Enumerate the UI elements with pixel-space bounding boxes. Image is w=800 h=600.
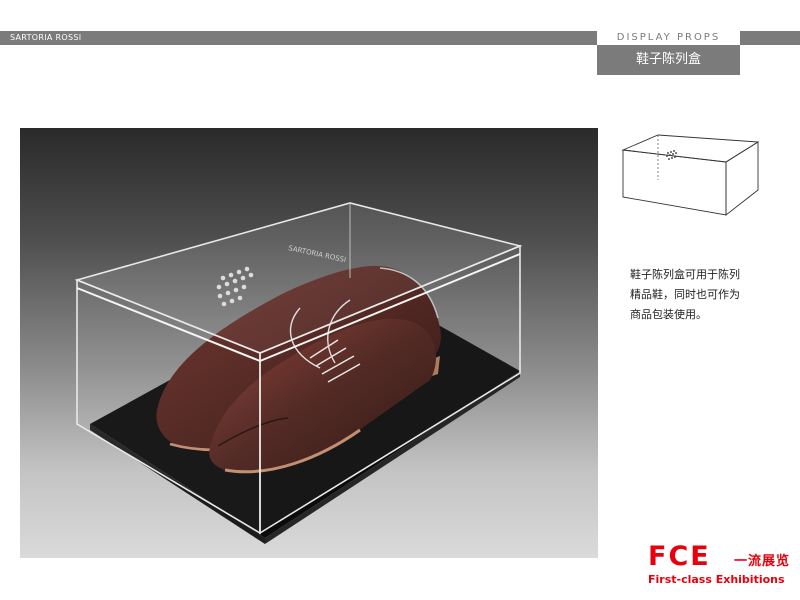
- section-label: DISPLAY PROPS: [616, 32, 721, 43]
- description-line: 鞋子陈列盒可用于陈列: [630, 268, 740, 281]
- brand-name: SARTORIA ROSSI: [10, 33, 82, 42]
- product-title: 鞋子陈列盒: [635, 52, 701, 67]
- product-render: SARTORIA ROSSI: [20, 128, 598, 558]
- logo-tagline: First-class Exhibitions: [648, 573, 785, 586]
- box-line-sketch: [621, 134, 760, 216]
- description-line: 精品鞋，同时也可作为: [630, 288, 740, 301]
- company-logo: FCE 一流展览 First-class Exhibitions: [648, 543, 798, 593]
- description-line: 商品包装使用。: [630, 308, 707, 321]
- display-box-illustration: SARTORIA ROSSI: [74, 202, 523, 544]
- logo-mark: FCE: [648, 541, 711, 572]
- logo-chinese: 一流展览: [734, 554, 791, 569]
- product-description: 鞋子陈列盒可用于陈列 精品鞋，同时也可作为 商品包装使用。: [630, 265, 780, 325]
